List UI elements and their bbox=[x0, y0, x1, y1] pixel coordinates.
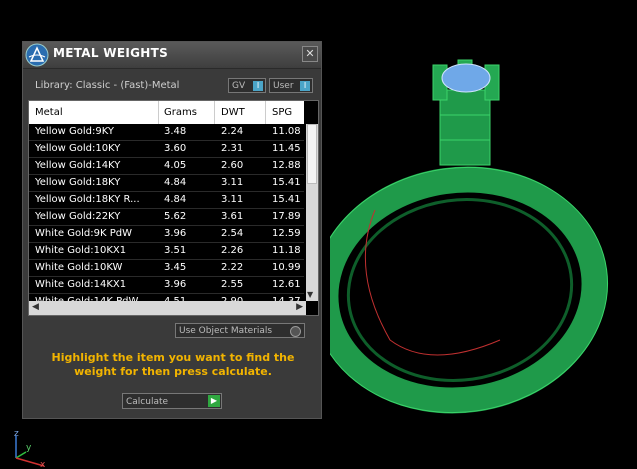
table-cell-metal: White Gold:10KW bbox=[35, 262, 123, 273]
radio-icon[interactable] bbox=[290, 326, 301, 337]
table-cell-metal: Yellow Gold:22KY bbox=[35, 211, 121, 222]
table-cell-grams: 3.96 bbox=[164, 228, 187, 239]
table-row[interactable]: Yellow Gold:14KY 4.05 2.60 12.88 bbox=[29, 158, 304, 175]
library-label: Library: Classic - (Fast)-Metal bbox=[35, 80, 180, 91]
table-cell-metal: White Gold:9K PdW bbox=[35, 228, 132, 239]
table-cell-grams: 3.96 bbox=[164, 279, 187, 290]
column-divider[interactable] bbox=[265, 101, 266, 124]
panel-title: METAL WEIGHTS bbox=[53, 46, 169, 60]
column-divider[interactable] bbox=[214, 101, 215, 124]
table-cell-metal: White Gold:10KX1 bbox=[35, 245, 127, 256]
table-cell-dwt: 3.11 bbox=[221, 177, 244, 188]
table-cell-dwt: 2.60 bbox=[221, 160, 244, 171]
table-cell-metal: Yellow Gold:18KY bbox=[35, 177, 121, 188]
table-cell-spg: 17.89 bbox=[272, 211, 301, 222]
scroll-left-icon[interactable]: ◀ bbox=[32, 302, 39, 312]
app-logo-icon bbox=[25, 43, 49, 67]
table-cell-metal: Yellow Gold:18KY R... bbox=[35, 194, 140, 205]
column-header-grams[interactable]: Grams bbox=[164, 107, 197, 118]
table-cell-spg: 11.45 bbox=[272, 143, 301, 154]
table-row[interactable]: White Gold:9K PdW 3.96 2.54 12.59 bbox=[29, 226, 304, 243]
calculate-button[interactable]: Calculate ▶ bbox=[122, 393, 222, 409]
column-header-metal[interactable]: Metal bbox=[35, 107, 63, 118]
table-cell-spg: 12.59 bbox=[272, 228, 301, 239]
calculate-label: Calculate bbox=[126, 397, 169, 407]
table-cell-spg: 11.18 bbox=[272, 245, 301, 256]
axis-gizmo-icon: z y x bbox=[14, 429, 46, 468]
table-cell-metal: Yellow Gold:14KY bbox=[35, 160, 121, 171]
use-object-materials-option[interactable]: Use Object Materials bbox=[175, 323, 305, 338]
close-icon: ✕ bbox=[305, 47, 315, 60]
table-cell-grams: 3.60 bbox=[164, 143, 187, 154]
table-cell-spg: 12.61 bbox=[272, 279, 301, 290]
ring-red-edge bbox=[364, 209, 501, 356]
table-cell-metal: Yellow Gold:10KY bbox=[35, 143, 121, 154]
column-divider[interactable] bbox=[158, 101, 159, 124]
axis-z-label: z bbox=[14, 429, 19, 439]
instruction-text: Highlight the item you want to find the … bbox=[51, 351, 295, 378]
axis-x-label: x bbox=[40, 460, 46, 468]
metal-weights-panel: METAL WEIGHTS ✕ Library: Classic - (Fast… bbox=[22, 41, 322, 419]
table-cell-spg: 15.41 bbox=[272, 177, 301, 188]
table-cell-dwt: 3.11 bbox=[221, 194, 244, 205]
scroll-down-icon[interactable]: ▼ bbox=[307, 290, 313, 299]
close-button[interactable]: ✕ bbox=[302, 46, 318, 62]
table-cell-dwt: 3.61 bbox=[221, 211, 244, 222]
table-cell-grams: 4.05 bbox=[164, 160, 187, 171]
user-toggle-label: User bbox=[273, 81, 294, 91]
table-cell-dwt: 2.31 bbox=[221, 143, 244, 154]
table-header: Metal Grams DWT SPG bbox=[29, 101, 304, 124]
metal-table: Metal Grams DWT SPG Yellow Gold:9KY 3.48 2… bbox=[28, 100, 319, 316]
table-cell-dwt: 2.26 bbox=[221, 245, 244, 256]
table-cell-grams: 3.48 bbox=[164, 126, 187, 137]
column-header-spg[interactable]: SPG bbox=[272, 107, 292, 118]
axis-y-label: y bbox=[26, 443, 32, 453]
table-cell-grams: 4.84 bbox=[164, 177, 187, 188]
column-header-dwt[interactable]: DWT bbox=[221, 107, 245, 118]
user-toggle-knob: I bbox=[300, 81, 310, 91]
table-cell-dwt: 2.22 bbox=[221, 262, 244, 273]
table-row[interactable]: Yellow Gold:9KY 3.48 2.24 11.08 bbox=[29, 124, 304, 141]
table-cell-spg: 10.99 bbox=[272, 262, 301, 273]
table-row[interactable]: White Gold:10KW 3.45 2.22 10.99 bbox=[29, 260, 304, 277]
table-row[interactable]: White Gold:10KX1 3.51 2.26 11.18 bbox=[29, 243, 304, 260]
table-row[interactable]: Yellow Gold:22KY 5.62 3.61 17.89 bbox=[29, 209, 304, 226]
ring-head-shank bbox=[439, 89, 491, 166]
table-row[interactable]: White Gold:14KX1 3.96 2.55 12.61 bbox=[29, 277, 304, 294]
table-cell-dwt: 2.54 bbox=[221, 228, 244, 239]
table-cell-grams: 3.45 bbox=[164, 262, 187, 273]
table-cell-grams: 5.62 bbox=[164, 211, 187, 222]
table-body: Yellow Gold:9KY 3.48 2.24 11.08 Yellow Gold:… bbox=[29, 124, 304, 311]
table-cell-dwt: 2.55 bbox=[221, 279, 244, 290]
table-cell-spg: 12.88 bbox=[272, 160, 301, 171]
table-cell-dwt: 2.24 bbox=[221, 126, 244, 137]
table-cell-grams: 3.51 bbox=[164, 245, 187, 256]
gemstone bbox=[441, 63, 491, 93]
gv-toggle-knob: I bbox=[253, 81, 263, 91]
horizontal-scrollbar[interactable]: ◀ ▶ bbox=[29, 301, 306, 315]
table-cell-spg: 11.08 bbox=[272, 126, 301, 137]
table-row[interactable]: Yellow Gold:18KY R... 4.84 3.11 15.41 bbox=[29, 192, 304, 209]
table-row[interactable]: Yellow Gold:10KY 3.60 2.31 11.45 bbox=[29, 141, 304, 158]
table-cell-metal: Yellow Gold:9KY bbox=[35, 126, 114, 137]
table-cell-metal: White Gold:14KX1 bbox=[35, 279, 127, 290]
gv-toggle[interactable]: GV I bbox=[228, 78, 266, 93]
use-object-materials-label: Use Object Materials bbox=[179, 326, 273, 336]
scroll-right-icon[interactable]: ▶ bbox=[296, 302, 303, 312]
vertical-scroll-thumb[interactable] bbox=[307, 124, 317, 184]
ring-model-viewport[interactable] bbox=[330, 40, 630, 440]
table-row[interactable]: Yellow Gold:18KY 4.84 3.11 15.41 bbox=[29, 175, 304, 192]
table-cell-spg: 15.41 bbox=[272, 194, 301, 205]
panel-titlebar[interactable]: METAL WEIGHTS ✕ bbox=[23, 42, 321, 69]
table-cell-grams: 4.84 bbox=[164, 194, 187, 205]
gv-toggle-label: GV bbox=[232, 81, 246, 91]
play-icon: ▶ bbox=[208, 395, 220, 407]
user-toggle[interactable]: User I bbox=[269, 78, 313, 93]
vertical-scrollbar[interactable]: ▼ bbox=[306, 124, 318, 301]
